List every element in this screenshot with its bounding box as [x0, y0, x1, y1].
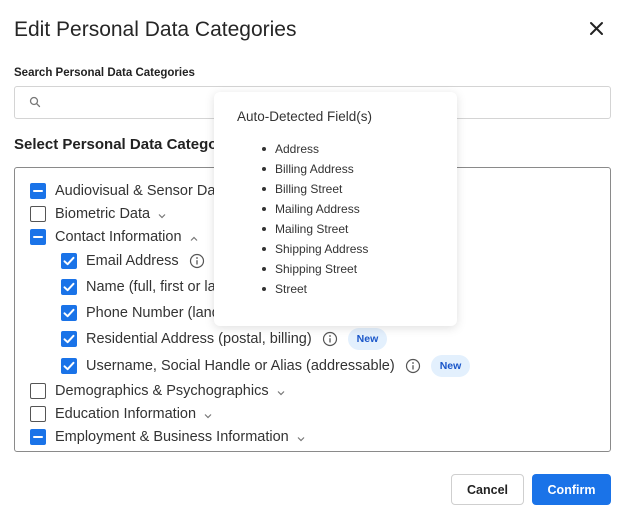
category-row[interactable]: Employment & Business Information — [30, 426, 306, 448]
search-icon — [29, 96, 41, 108]
info-icon[interactable] — [405, 358, 421, 374]
check-icon — [63, 361, 75, 371]
auto-detected-field-item: Mailing Address — [262, 201, 368, 221]
auto-detected-field-item: Billing Street — [262, 181, 368, 201]
category-row[interactable]: Education Information — [30, 403, 213, 425]
category-row[interactable]: Demographics & Psychographics — [30, 380, 286, 402]
chevron-up-icon[interactable] — [189, 232, 199, 242]
category-label: Name (full, first or last) — [86, 279, 232, 295]
tooltip-title: Auto-Detected Field(s) — [237, 109, 373, 124]
check-icon — [63, 256, 75, 266]
category-label: Contact Information — [55, 229, 182, 245]
new-badge: New — [430, 355, 471, 377]
section-title: Select Personal Data Categories — [14, 136, 245, 153]
category-checkbox[interactable] — [30, 429, 46, 445]
category-checkbox[interactable] — [30, 206, 46, 222]
category-checkbox[interactable] — [61, 358, 77, 374]
category-checkbox[interactable] — [30, 183, 46, 199]
confirm-button[interactable]: Confirm — [532, 474, 611, 505]
check-icon — [63, 282, 75, 292]
category-label: Demographics & Psychographics — [55, 383, 269, 399]
auto-detected-field-item: Address — [262, 141, 368, 161]
category-label: Audiovisual & Sensor Data — [55, 183, 228, 199]
auto-detected-field-item: Billing Address — [262, 161, 368, 181]
auto-detected-field-item: Street — [262, 281, 368, 301]
category-row[interactable]: Username, Social Handle or Alias (addres… — [61, 355, 471, 377]
category-row[interactable]: Contact Information — [30, 226, 199, 248]
cancel-button[interactable]: Cancel — [451, 474, 524, 505]
check-icon — [63, 308, 75, 318]
category-label: Employment & Business Information — [55, 429, 289, 445]
category-checkbox[interactable] — [61, 331, 77, 347]
auto-detected-fields-tooltip: Auto-Detected Field(s) Address Billing Ad… — [214, 92, 457, 326]
minus-icon — [33, 436, 43, 438]
info-icon[interactable] — [189, 253, 205, 269]
dialog-title: Edit Personal Data Categories — [14, 18, 297, 41]
category-row[interactable]: Email Address — [61, 250, 205, 272]
category-label: Username, Social Handle or Alias (addres… — [86, 358, 395, 374]
category-checkbox[interactable] — [30, 406, 46, 422]
category-label: Biometric Data — [55, 206, 151, 222]
minus-icon — [33, 190, 43, 192]
category-row[interactable]: Residential Address (postal, billing) New — [61, 328, 388, 350]
category-checkbox[interactable] — [30, 383, 46, 399]
close-icon — [590, 22, 603, 35]
auto-detected-field-item: Shipping Address — [262, 241, 368, 261]
auto-detected-fields-list: Address Billing Address Billing Street Mail… — [262, 141, 368, 301]
category-checkbox[interactable] — [61, 253, 77, 269]
chevron-down-icon[interactable] — [296, 432, 306, 442]
category-label: Residential Address (postal, billing) — [86, 331, 312, 347]
close-button[interactable] — [587, 19, 607, 39]
chevron-down-icon[interactable] — [203, 409, 213, 419]
category-checkbox[interactable] — [30, 229, 46, 245]
minus-icon — [33, 236, 43, 238]
category-checkbox[interactable] — [61, 305, 77, 321]
category-label: Email Address — [86, 253, 179, 269]
chevron-down-icon[interactable] — [276, 386, 286, 396]
chevron-down-icon[interactable] — [157, 209, 167, 219]
auto-detected-field-item: Mailing Street — [262, 221, 368, 241]
category-row[interactable]: Biometric Data — [30, 203, 167, 225]
category-row[interactable]: Name (full, first or last) — [61, 276, 232, 298]
category-label: Education Information — [55, 406, 197, 422]
auto-detected-field-item: Shipping Street — [262, 261, 368, 281]
check-icon — [63, 334, 75, 344]
category-checkbox[interactable] — [61, 279, 77, 295]
search-label: Search Personal Data Categories — [14, 67, 195, 79]
category-row[interactable]: Audiovisual & Sensor Data — [30, 180, 245, 202]
info-icon[interactable] — [322, 331, 338, 347]
new-badge: New — [347, 328, 388, 350]
